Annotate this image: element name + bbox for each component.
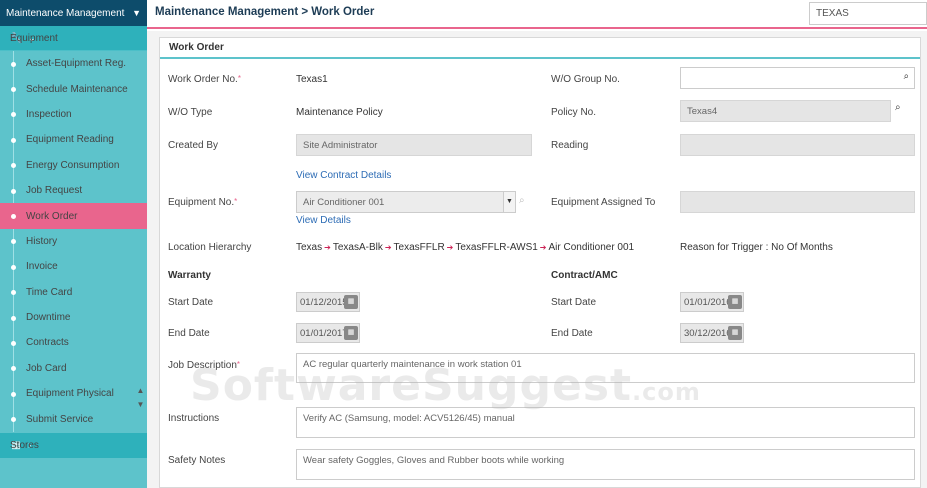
sidebar-item-schedule-maintenance[interactable]: Schedule Maintenance: [0, 76, 147, 101]
contract-heading: Contract/AMC: [551, 270, 618, 281]
reading-label: Reading: [551, 140, 589, 151]
bullet-icon: [11, 239, 16, 245]
arrow-right-icon: ➔: [446, 243, 454, 252]
created-by-field: Site Administrator: [296, 134, 532, 156]
calendar-icon[interactable]: ▦: [344, 295, 358, 309]
calendar-icon[interactable]: ▦: [344, 326, 358, 340]
wo-type-label: W/O Type: [168, 107, 213, 118]
warranty-end-date[interactable]: 01/01/2017 ▦: [296, 323, 360, 343]
policy-no-field: Texas4: [680, 100, 891, 122]
sidebar-item-job-card[interactable]: Job Card: [0, 356, 147, 381]
sidebar-item-time-card[interactable]: Time Card: [0, 280, 147, 305]
work-order-panel: Work Order Work Order No.* Texas1 W/O Gr…: [159, 37, 921, 488]
required-marker: *: [234, 197, 238, 206]
main-content: Work Order Work Order No.* Texas1 W/O Gr…: [147, 31, 927, 488]
search-icon[interactable]: ⌕: [895, 102, 901, 113]
instructions-textarea[interactable]: Verify AC (Samsung, model: ACV5126/45) m…: [296, 407, 915, 438]
bullet-icon: [11, 340, 16, 346]
equipment-assigned-field: [680, 191, 915, 213]
warranty-heading: Warranty: [168, 270, 211, 281]
sidebar-item-inspection[interactable]: Inspection: [0, 102, 147, 127]
sidebar-section-stores[interactable]: ▦ Stores ›: [0, 433, 147, 458]
scroll-down-icon[interactable]: ▼: [137, 400, 145, 410]
work-order-no-value: Texas1: [296, 74, 328, 85]
bullet-icon: [11, 417, 16, 423]
arrow-right-icon: ➔: [324, 243, 331, 252]
location-hierarchy-path: Texas ➔ TexasA-Blk ➔ TexasFFLR ➔ TexasFFLR-AWS…: [296, 242, 635, 253]
location-hierarchy-label: Location Hierarchy: [168, 242, 252, 253]
contract-end-label: End Date: [551, 328, 593, 339]
reading-field: [680, 134, 915, 156]
sidebar-section-label: Equipment: [10, 32, 58, 44]
arrow-right-icon: ➔: [539, 243, 547, 252]
calendar-icon[interactable]: ▦: [728, 326, 742, 340]
sidebar-item-equipment-reading[interactable]: Equipment Reading: [0, 127, 147, 152]
chevron-down-icon: ▼: [132, 8, 141, 18]
bullet-icon: [11, 61, 16, 67]
warranty-start-date[interactable]: 01/12/2015 ▦: [296, 292, 360, 312]
sidebar-section-equipment[interactable]: 🔧 Equipment ⌄: [0, 26, 147, 51]
bullet-icon: [11, 137, 16, 143]
app-title: Maintenance Management: [6, 7, 125, 19]
contract-start-date[interactable]: 01/01/2016 ▦: [680, 292, 744, 312]
instructions-label: Instructions: [168, 413, 220, 424]
sidebar-item-work-order[interactable]: Work Order: [0, 203, 147, 229]
bullet-icon: [11, 87, 16, 93]
work-order-no-label: Work Order No.*: [168, 74, 241, 85]
watermark: SoftwareSuggest.com: [190, 360, 701, 411]
sidebar-scrollbar[interactable]: ▲ ▼: [136, 386, 145, 410]
wo-type-value: Maintenance Policy: [296, 107, 383, 118]
search-icon[interactable]: ⌕: [519, 195, 525, 206]
view-contract-details-link[interactable]: View Contract Details: [296, 170, 391, 181]
equipment-no-label: Equipment No.*: [168, 197, 238, 208]
warranty-start-label: Start Date: [168, 297, 214, 308]
panel-title: Work Order: [160, 38, 920, 59]
sidebar-item-equipment-physical[interactable]: Equipment Physical: [0, 381, 147, 406]
bullet-icon: [11, 188, 16, 194]
bullet-icon: [11, 315, 16, 321]
bullet-icon: [11, 214, 16, 220]
scroll-up-icon[interactable]: ▲: [137, 386, 145, 396]
bullet-icon: [11, 112, 16, 118]
bullet-icon: [11, 366, 16, 372]
sidebar-item-invoice[interactable]: Invoice: [0, 254, 147, 279]
safety-notes-textarea[interactable]: Wear safety Goggles, Gloves and Rubber b…: [296, 449, 915, 480]
sidebar-item-contracts[interactable]: Contracts: [0, 330, 147, 355]
site-search-input[interactable]: [809, 2, 927, 25]
contract-start-label: Start Date: [551, 297, 597, 308]
policy-no-label: Policy No.: [551, 107, 597, 118]
search-icon[interactable]: ⌕: [904, 71, 909, 82]
sidebar: Maintenance Management ▼ 🔧 Equipment ⌄ A…: [0, 0, 147, 488]
bullet-icon: [11, 163, 16, 169]
wo-group-input[interactable]: ⌕: [680, 67, 915, 89]
equipment-assigned-label: Equipment Assigned To: [551, 197, 656, 208]
bullet-icon: [11, 290, 16, 296]
created-by-label: Created By: [168, 140, 219, 151]
arrow-right-icon: ➔: [384, 243, 392, 252]
header: Maintenance Management > Work Order: [147, 0, 927, 29]
breadcrumb: Maintenance Management > Work Order: [155, 6, 375, 18]
sidebar-item-downtime[interactable]: Downtime: [0, 305, 147, 330]
calendar-icon[interactable]: ▦: [728, 295, 742, 309]
trigger-reason: Reason for Trigger : No Of Months: [680, 242, 833, 253]
warranty-end-label: End Date: [168, 328, 210, 339]
bullet-icon: [11, 264, 16, 270]
app-menu-header[interactable]: Maintenance Management ▼: [0, 0, 147, 26]
safety-notes-label: Safety Notes: [168, 455, 226, 466]
sidebar-list: Asset-Equipment Reg. Schedule Maintenanc…: [0, 51, 147, 432]
sidebar-item-asset-equipment-reg[interactable]: Asset-Equipment Reg.: [0, 51, 147, 76]
wo-group-label: W/O Group No.: [551, 74, 620, 85]
equipment-no-select[interactable]: Air Conditioner 001 ▼: [296, 191, 516, 213]
bullet-icon: [11, 391, 16, 397]
sidebar-item-history[interactable]: History: [0, 229, 147, 254]
chevron-down-icon[interactable]: ▼: [503, 192, 515, 212]
sidebar-item-energy-consumption[interactable]: Energy Consumption: [0, 153, 147, 178]
contract-end-date[interactable]: 30/12/2016 ▦: [680, 323, 744, 343]
sidebar-item-submit-service[interactable]: Submit Service: [0, 406, 147, 431]
required-marker: *: [237, 74, 241, 83]
sidebar-item-job-request[interactable]: Job Request: [0, 178, 147, 203]
view-details-link[interactable]: View Details: [296, 215, 351, 226]
